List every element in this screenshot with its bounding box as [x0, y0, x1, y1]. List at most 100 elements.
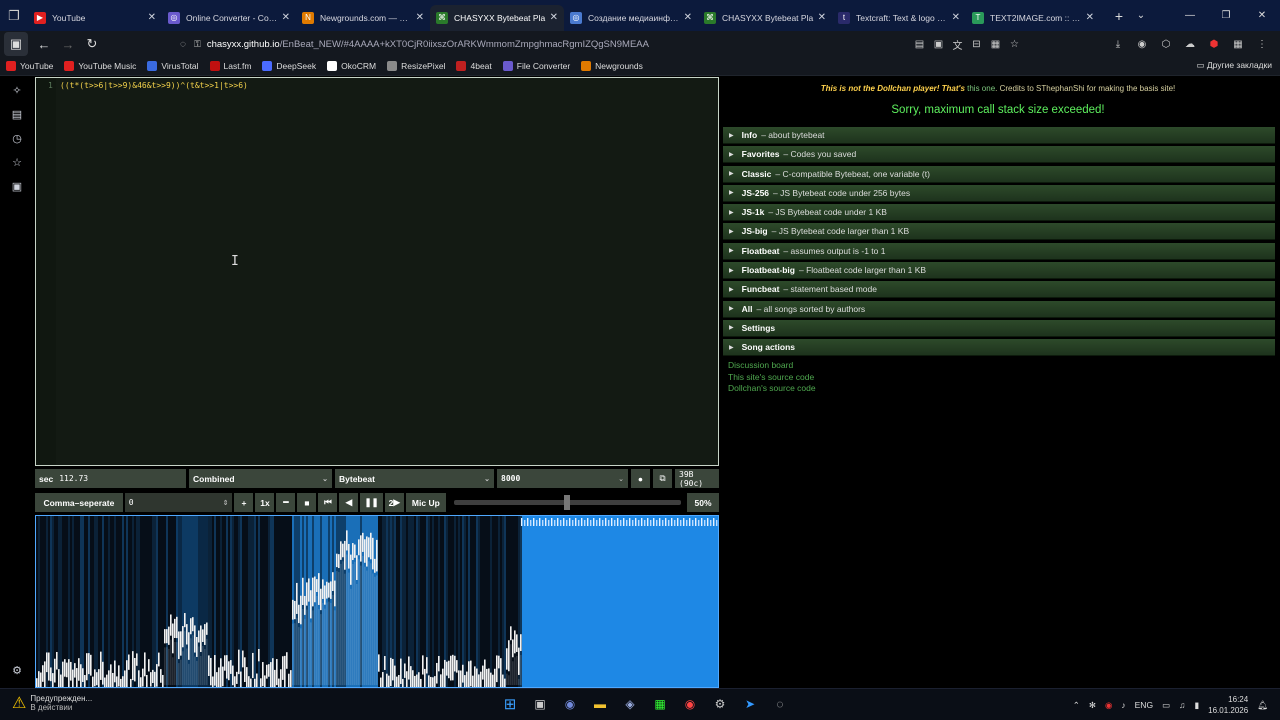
- extensions-grid-icon[interactable]: ▦: [986, 39, 1005, 50]
- menu-section[interactable]: ▶ Favorites – Codes you saved: [723, 146, 1275, 164]
- discord-icon[interactable]: ◉: [558, 692, 582, 716]
- network-icon[interactable]: ▭: [1162, 700, 1170, 711]
- counter-input[interactable]: 0 ⇕: [124, 493, 233, 512]
- sidebar-panel-icon[interactable]: ▣: [4, 32, 28, 56]
- media-icon[interactable]: ▣: [0, 174, 34, 198]
- translate-icon[interactable]: 文: [948, 37, 967, 52]
- bookmark-item[interactable]: Newgrounds: [581, 61, 643, 71]
- microphone-icon[interactable]: ♪: [1121, 700, 1125, 710]
- notifications-icon[interactable]: 🔔︎: [1257, 700, 1268, 711]
- close-icon[interactable]: ✕: [1086, 12, 1094, 23]
- browser-tab[interactable]: ⌘ CHASYXX Bytebeat Pla ✕: [430, 4, 564, 31]
- pause-button[interactable]: ❚❚: [360, 493, 383, 512]
- bookmark-item[interactable]: ResizePixel: [387, 61, 445, 71]
- bookmark-item[interactable]: File Converter: [502, 61, 570, 71]
- bookmark-item[interactable]: Last.fm: [209, 61, 251, 71]
- task-view-icon[interactable]: ▣: [528, 692, 552, 716]
- bookmark-item[interactable]: DeepSeek: [262, 61, 316, 71]
- volume-slider[interactable]: [450, 493, 685, 512]
- settings-gear-icon[interactable]: ⚙: [708, 692, 732, 716]
- bookmark-star-icon[interactable]: ☆: [1005, 39, 1024, 50]
- vpn-icon[interactable]: ☁: [1178, 39, 1202, 50]
- bookmark-item[interactable]: VirusTotal: [147, 61, 199, 71]
- new-tab-button[interactable]: +: [1108, 8, 1130, 24]
- close-icon[interactable]: ✕: [416, 12, 424, 23]
- telegram-icon[interactable]: ➤: [738, 692, 762, 716]
- reload-icon[interactable]: ↻: [80, 32, 104, 56]
- browser-tab[interactable]: ◎ Online Converter - Convert ✕: [162, 5, 296, 31]
- antivirus-icon[interactable]: ◉: [1105, 700, 1112, 711]
- install-icon[interactable]: ⊟: [967, 39, 986, 50]
- menu-section[interactable]: ▶ Song actions: [723, 339, 1275, 357]
- separator-select[interactable]: Comma–seperate: [35, 493, 123, 512]
- app-icon[interactable]: ◌: [768, 692, 792, 716]
- share-link-button[interactable]: ⧉: [653, 469, 672, 488]
- code-text[interactable]: ((t*(t>>6|t>>9)&46&t>>9))^(t&t>>1|t>>6): [60, 81, 248, 90]
- volume-thumb[interactable]: [564, 495, 571, 510]
- footer-link[interactable]: Discussion board: [728, 360, 816, 372]
- browser-tab[interactable]: T TEXT2IMAGE.com :: Error ✕: [966, 5, 1100, 31]
- favorites-icon[interactable]: ☆: [0, 150, 34, 174]
- browser-icon[interactable]: ◉: [678, 692, 702, 716]
- menu-section[interactable]: ▶ Info – about bytebeat: [723, 127, 1275, 144]
- minus-button[interactable]: ━: [276, 493, 296, 512]
- speed-button[interactable]: 1x: [255, 493, 275, 512]
- chevron-up-icon[interactable]: ⌃: [1073, 700, 1080, 711]
- notice-link[interactable]: this one: [967, 84, 995, 93]
- bookmark-item[interactable]: OkoCRM: [327, 61, 376, 71]
- bookmark-item[interactable]: YouTube Music: [64, 61, 136, 71]
- screenshot-icon[interactable]: ▣: [929, 39, 948, 50]
- tab-search-icon[interactable]: ⌄: [1130, 10, 1152, 21]
- menu-section[interactable]: ▶ JS-big – JS Bytebeat code larger than 1 …: [723, 223, 1275, 241]
- clock[interactable]: 16:24 16.01.2026: [1208, 694, 1248, 716]
- site-info-icon[interactable]: ⚿: [194, 39, 201, 50]
- close-window-icon[interactable]: ✕: [1244, 10, 1280, 21]
- minimize-icon[interactable]: —: [1172, 10, 1208, 21]
- restore-icon[interactable]: ❐: [1208, 10, 1244, 21]
- waveform-visualizer[interactable]: [35, 515, 719, 688]
- menu-section[interactable]: ▶ JS-256– JS Bytebeat code under 256 byte…: [723, 184, 1275, 202]
- bluetooth-icon[interactable]: ✻: [1089, 700, 1096, 711]
- code-editor[interactable]: 1 ((t*(t>>6|t>>9)&46&t>>9))^(t&t>>1|t>>6…: [35, 77, 719, 466]
- close-icon[interactable]: ✕: [684, 12, 692, 23]
- close-icon[interactable]: ✕: [818, 12, 826, 23]
- stepper-icon[interactable]: ⇕: [223, 499, 229, 507]
- close-icon[interactable]: ✕: [282, 12, 290, 23]
- battery-icon[interactable]: ▮: [1194, 700, 1199, 711]
- close-icon[interactable]: ✕: [148, 12, 156, 23]
- mode-select[interactable]: Bytebeat ⌄: [335, 469, 494, 488]
- steam-icon[interactable]: ◈: [618, 692, 642, 716]
- browser-tab[interactable]: t Textcraft: Text & logo make ✕: [832, 5, 966, 31]
- browser-tab[interactable]: ▶ YouTube ✕: [28, 5, 162, 31]
- play-back-button[interactable]: ◀: [339, 493, 359, 512]
- bookmark-item[interactable]: 4beat: [456, 61, 492, 71]
- footer-link[interactable]: This site's source code: [728, 372, 816, 384]
- menu-section[interactable]: ▶ Floatbeat – assumes output is -1 to 1: [723, 242, 1275, 260]
- close-icon[interactable]: ✕: [550, 12, 558, 23]
- menu-section[interactable]: ▶ Settings: [723, 319, 1275, 337]
- menu-section[interactable]: ▶ Funcbeat – statement based mode: [723, 281, 1275, 299]
- rewind-button[interactable]: ⏮: [318, 493, 338, 512]
- profile-icon[interactable]: ◉: [1130, 39, 1154, 50]
- weather-widget[interactable]: ⚠ Предупрежден... В действии: [12, 693, 92, 713]
- record-button[interactable]: ●: [631, 469, 650, 488]
- menu-section[interactable]: ▶ JS-1k – JS Bytebeat code under 1 KB: [723, 204, 1275, 222]
- windows-start-icon[interactable]: ⊞: [498, 692, 522, 716]
- stop-button[interactable]: ■: [297, 493, 317, 512]
- file-explorer-icon[interactable]: ▬: [588, 692, 612, 716]
- close-icon[interactable]: ✕: [952, 12, 960, 23]
- sidebar-settings-icon[interactable]: ⚙: [0, 658, 34, 682]
- forward-icon[interactable]: →: [56, 32, 80, 56]
- browser-tab[interactable]: N Newgrounds.com — Everyt ✕: [296, 5, 430, 31]
- shield-icon[interactable]: ◌: [180, 39, 186, 50]
- adblock-icon[interactable]: ⬢: [1202, 39, 1226, 50]
- bookmarks-icon[interactable]: ▤: [0, 102, 34, 126]
- sample-rate-input[interactable]: 8000 ⌄: [497, 469, 628, 488]
- browser-tab[interactable]: ⌘ CHASYXX Bytebeat Pla ✕: [698, 5, 832, 31]
- footer-link[interactable]: Dollchan's source code: [728, 383, 816, 395]
- plus-button[interactable]: +: [234, 493, 254, 512]
- volume-icon[interactable]: ♫: [1179, 700, 1185, 710]
- history-icon[interactable]: ◷: [0, 126, 34, 150]
- workspaces-icon[interactable]: ❐: [0, 0, 28, 31]
- extension-icon[interactable]: ⬡: [1154, 39, 1178, 50]
